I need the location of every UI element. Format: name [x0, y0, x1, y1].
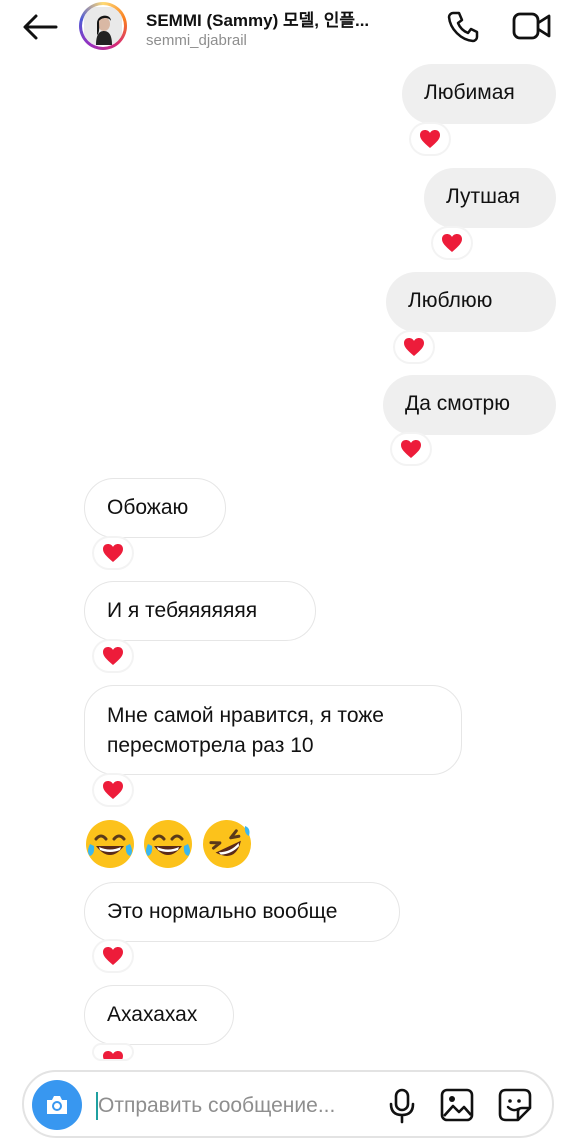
reaction-heart[interactable] [433, 228, 471, 258]
microphone-icon[interactable] [387, 1088, 417, 1124]
joy-emoji-icon [86, 820, 134, 868]
message-bubble-incoming[interactable]: Мне самой нравится, я тоже пересмотрела … [84, 685, 462, 775]
video-camera-icon[interactable] [512, 10, 552, 42]
heart-icon [103, 544, 123, 562]
message-bubble-incoming[interactable]: И я тебяяяяяяя [84, 581, 316, 641]
reaction-heart[interactable] [94, 538, 132, 568]
heart-icon [404, 338, 424, 356]
reaction-heart[interactable] [392, 434, 430, 464]
reaction-heart[interactable] [411, 124, 449, 154]
gallery-icon[interactable] [440, 1088, 474, 1122]
message-bubble-outgoing[interactable]: Люблюю [386, 272, 556, 332]
heart-icon [442, 234, 462, 252]
chat-header: SEMMI (Sammy) 모델, 인플... semmi_djabrail [0, 0, 576, 60]
message-bubble-incoming[interactable]: Обожаю [84, 478, 226, 538]
camera-button[interactable] [32, 1080, 82, 1130]
phone-icon[interactable] [446, 10, 480, 44]
rofl-emoji-icon [202, 820, 251, 868]
message-bubble-incoming[interactable]: Это нормально вообще [84, 882, 400, 942]
message-bubble-outgoing[interactable]: Любимая [402, 64, 556, 124]
message-bubble-incoming[interactable]: Ахахахах [84, 985, 234, 1045]
reaction-heart[interactable] [94, 1045, 132, 1059]
heart-icon [401, 440, 421, 458]
contact-name[interactable]: SEMMI (Sammy) 모델, 인플... [146, 6, 369, 31]
reaction-heart[interactable] [94, 641, 132, 671]
heart-icon [103, 947, 123, 965]
heart-icon [103, 781, 123, 799]
heart-icon [103, 647, 123, 665]
heart-icon [420, 130, 440, 148]
message-input[interactable]: Отправить сообщение... [98, 1094, 335, 1118]
heart-icon [103, 1051, 123, 1059]
message-bubble-outgoing[interactable]: Да смотрю [383, 375, 556, 435]
reaction-heart[interactable] [395, 332, 433, 362]
avatar[interactable] [79, 2, 127, 50]
joy-emoji-icon [144, 820, 193, 868]
message-composer: Отправить сообщение... [22, 1070, 554, 1138]
sticker-icon[interactable] [498, 1088, 532, 1122]
message-bubble-outgoing[interactable]: Лутшая [424, 168, 556, 228]
reaction-heart[interactable] [94, 941, 132, 971]
reaction-heart[interactable] [94, 775, 132, 805]
profile-picture [82, 5, 124, 47]
emoji-message[interactable] [84, 818, 255, 872]
camera-icon [47, 1096, 67, 1114]
back-arrow-icon[interactable] [20, 10, 60, 44]
contact-handle[interactable]: semmi_djabrail [146, 32, 247, 49]
